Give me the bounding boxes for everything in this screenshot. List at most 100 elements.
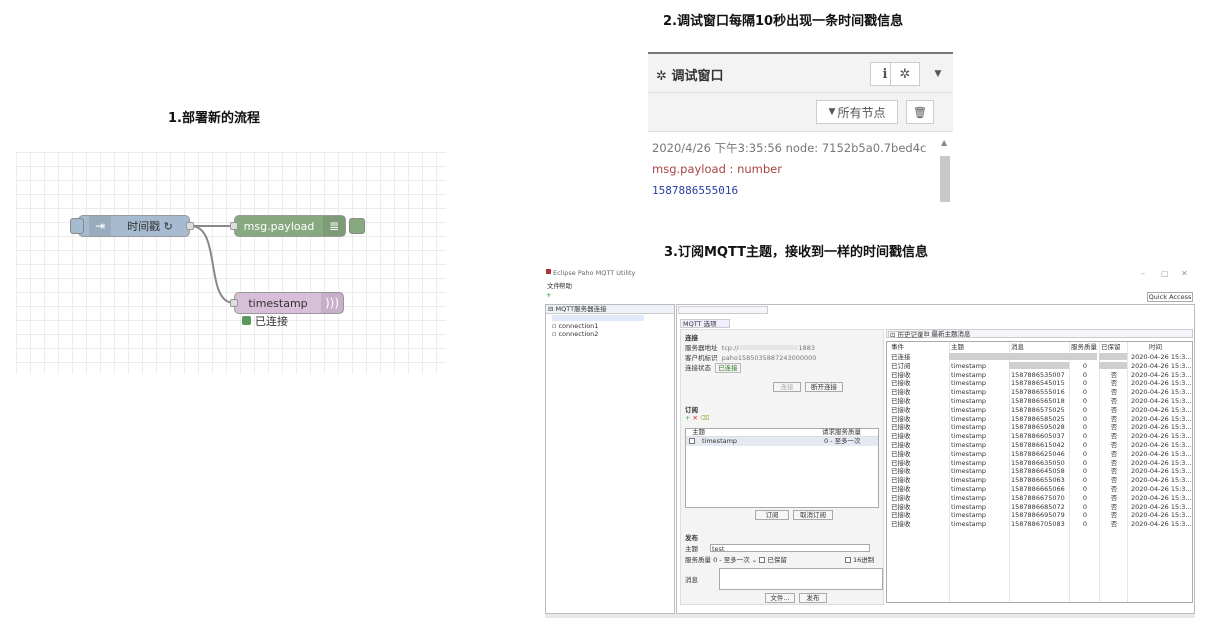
- client-id-field[interactable]: paho1585035887243000000: [722, 354, 817, 362]
- unsubscribe-button[interactable]: 取消订阅: [793, 510, 833, 520]
- publish-topic-field[interactable]: test: [710, 544, 870, 553]
- maximize-icon[interactable]: ▢: [1161, 269, 1169, 278]
- history-row[interactable]: 已接收 timestamp 1587886535007 0 否 2020-04-26 15…: [887, 371, 1192, 379]
- connect-section-title: 连接: [685, 334, 698, 342]
- history-row[interactable]: 已订阅 timestamp 0 2020-04-26 15:3...: [887, 361, 1192, 370]
- server-field[interactable]: tcp://: [722, 344, 739, 352]
- message-value[interactable]: 1587886555016: [652, 180, 926, 201]
- publish-message-field[interactable]: [719, 568, 883, 590]
- scroll-up-icon[interactable]: ▲: [941, 138, 947, 147]
- scroll-thumb[interactable]: [940, 156, 950, 202]
- history-row[interactable]: 已接收 timestamp 1587886595028 0 否 2020-04-26 15…: [887, 423, 1192, 431]
- history-row[interactable]: 已接收 timestamp 1587886645058 0 否 2020-04-26 15…: [887, 467, 1192, 475]
- history-row[interactable]: 已接收 timestamp 1587886695079 0 否 2020-04-26 15…: [887, 511, 1192, 519]
- subscribe-button[interactable]: 订阅: [755, 510, 789, 520]
- history-row[interactable]: 已接收 timestamp 1587886685072 0 否 2020-04-26 15…: [887, 503, 1192, 511]
- col-retained[interactable]: 已保留: [1101, 343, 1121, 351]
- mqtt-input-port[interactable]: [230, 299, 238, 307]
- history-pane: ⊡ 历史记录 ⊟ 最新主题消息 事件 主题 消息 服务质量 已保留 时间 已连接…: [886, 329, 1193, 605]
- debug-scrollbar[interactable]: ▲: [938, 134, 952, 202]
- debug-node[interactable]: msg.payload ≣: [230, 215, 365, 237]
- publish-qos-select[interactable]: 0 - 至多一次: [713, 556, 750, 564]
- history-cell: 0: [1082, 502, 1088, 511]
- history-row[interactable]: 已接收 timestamp 1587886625046 0 否 2020-04-26 15…: [887, 450, 1192, 458]
- menu-help[interactable]: 帮助: [559, 280, 572, 290]
- debug-tab[interactable]: ✲ 调试窗口: [656, 65, 723, 84]
- history-row[interactable]: 已接收 timestamp 1587886705083 0 否 2020-04-26 15…: [887, 520, 1192, 528]
- history-cell: 已接收: [891, 432, 911, 441]
- inject-output-port[interactable]: [186, 222, 194, 230]
- tab-history[interactable]: ⊡ 历史记录: [888, 331, 926, 338]
- history-row[interactable]: 已接收 timestamp 1587886555016 0 否 2020-04-26 15…: [887, 388, 1192, 396]
- quick-access[interactable]: Quick Access: [1147, 292, 1193, 302]
- history-cell: timestamp: [951, 379, 987, 388]
- history-cell: 否: [1110, 432, 1118, 441]
- clear-subscription-icon[interactable]: ⌫: [700, 414, 709, 422]
- history-cell: timestamp: [951, 388, 987, 397]
- subscription-checkbox[interactable]: [689, 438, 695, 444]
- debug-toggle-button[interactable]: [349, 218, 365, 234]
- tree-item-connection1[interactable]: ▫ connection1: [546, 322, 674, 330]
- history-row[interactable]: 已连接 2020-04-26 15:3...: [887, 353, 1192, 361]
- inject-node[interactable]: ⇥ 时间戳 ↻: [70, 215, 194, 237]
- mqtt-status-text: 已连接: [255, 315, 288, 328]
- hex-checkbox[interactable]: [844, 557, 851, 563]
- debug-input-port[interactable]: [230, 222, 238, 230]
- tree-item-connection2[interactable]: ▫ connection2: [546, 330, 674, 338]
- history-cell: 已接收: [891, 379, 911, 388]
- inject-node-label: 时间戳 ↻: [127, 220, 173, 233]
- options-tab[interactable]: 选项: [704, 320, 717, 328]
- history-cell: 1587886545015: [1011, 379, 1065, 388]
- file-button[interactable]: 文件...: [765, 593, 795, 603]
- history-row[interactable]: 已接收 timestamp 1587886655063 0 否 2020-04-26 15…: [887, 476, 1192, 484]
- step3-caption: 3.订阅MQTT主题，接收到一样的时间戳信息: [664, 245, 929, 260]
- history-row[interactable]: 已接收 timestamp 1587886615042 0 否 2020-04-26 15…: [887, 441, 1192, 449]
- history-cell: timestamp: [951, 405, 987, 414]
- history-cell: 已接收: [891, 370, 911, 379]
- history-cell: 2020-04-26 15:3...: [1131, 423, 1192, 432]
- history-row[interactable]: 已接收 timestamp 1587886565018 0 否 2020-04-26 15…: [887, 397, 1192, 405]
- history-cell: 1587886635050: [1011, 458, 1065, 467]
- col-message[interactable]: 消息: [1011, 343, 1024, 351]
- col-time[interactable]: 时间: [1149, 343, 1162, 351]
- tree-item-selected[interactable]: [552, 315, 644, 321]
- subscription-row[interactable]: timestamp 0 - 至多一次: [686, 437, 878, 446]
- history-row[interactable]: 已接收 timestamp 1587886675070 0 否 2020-04-26 15…: [887, 494, 1192, 502]
- col-qos[interactable]: 服务质量: [1071, 343, 1097, 351]
- chevron-down-icon[interactable]: ⌄: [752, 556, 757, 564]
- debug-tab-button[interactable]: ✲: [890, 62, 920, 86]
- mqtt-tab[interactable]: MQTT 选项: [680, 319, 730, 328]
- minimize-icon[interactable]: –: [1141, 269, 1145, 278]
- history-cell: 2020-04-26 15:3...: [1131, 432, 1192, 441]
- history-cell: 1587886595028: [1011, 423, 1065, 432]
- history-row[interactable]: 已接收 timestamp 1587886605037 0 否 2020-04-26 15…: [887, 432, 1192, 440]
- history-row[interactable]: 已接收 timestamp 1587886665066 0 否 2020-04-26 15…: [887, 485, 1192, 493]
- col-topic[interactable]: 主题: [951, 343, 964, 351]
- history-row[interactable]: 已接收 timestamp 1587886635050 0 否 2020-04-26 15…: [887, 459, 1192, 467]
- mqtt-out-node[interactable]: timestamp ))): [230, 292, 344, 314]
- history-row[interactable]: 已接收 timestamp 1587886545015 0 否 2020-04-26 15…: [887, 379, 1192, 387]
- filter-nodes-button[interactable]: ▼ 所有节点: [816, 100, 898, 124]
- connection-tab[interactable]: [678, 306, 768, 314]
- remove-subscription-icon[interactable]: ✕: [693, 414, 698, 422]
- history-cell: 已接收: [891, 449, 911, 458]
- connect-button[interactable]: 连接: [773, 382, 801, 392]
- inject-trigger-button[interactable]: [70, 218, 84, 234]
- history-row[interactable]: 已接收 timestamp 1587886585025 0 否 2020-04-26 15…: [887, 415, 1192, 423]
- history-cell: 2020-04-26 15:3...: [1131, 467, 1192, 476]
- subscription-qos[interactable]: 0 - 至多一次: [824, 437, 861, 445]
- redacted-host: [738, 345, 799, 350]
- history-cell: 0: [1082, 449, 1088, 458]
- col-event[interactable]: 事件: [891, 343, 904, 351]
- history-row[interactable]: 已接收 timestamp 1587886575025 0 否 2020-04-26 15…: [887, 406, 1192, 414]
- tab-latest[interactable]: ⊟ 最新主题消息: [923, 331, 972, 338]
- disconnect-button[interactable]: 断开连接: [805, 382, 843, 392]
- add-connection-icon[interactable]: +: [546, 291, 551, 299]
- history-cell: 否: [1110, 449, 1118, 458]
- clear-messages-button[interactable]: 🗑: [906, 100, 934, 124]
- publish-button[interactable]: 发布: [799, 593, 827, 603]
- chevron-down-icon[interactable]: ▼: [926, 62, 950, 86]
- close-icon[interactable]: ✕: [1181, 269, 1188, 278]
- add-subscription-icon[interactable]: +: [685, 414, 690, 422]
- retain-checkbox[interactable]: [759, 557, 766, 563]
